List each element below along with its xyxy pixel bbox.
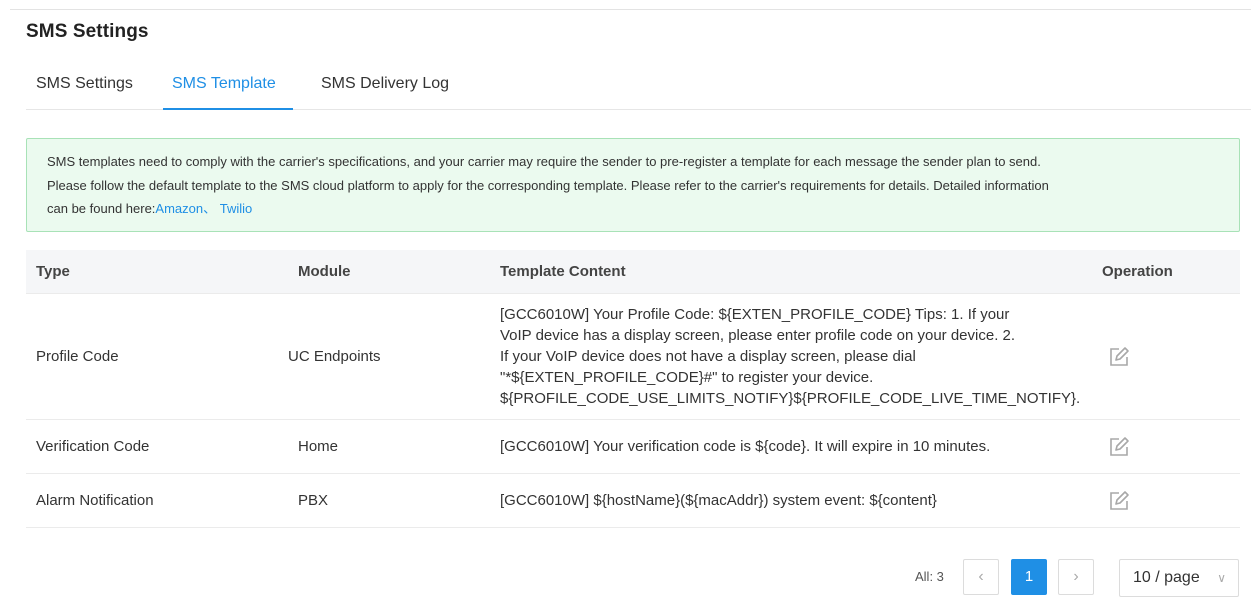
operation-cell [1092,473,1240,528]
chevron-right-icon: › [1073,568,1079,585]
column-header-module: Module [288,250,490,294]
module-cell: PBX [288,473,490,528]
page-size-value: 10 / page [1133,569,1200,586]
amazon-link[interactable]: Amazon [155,201,203,216]
top-divider [10,9,1251,10]
module-cell: Home [288,419,490,474]
table-row: Verification Code Home [GCC6010W] Your v… [26,419,1240,474]
notice-line-3-prefix: can be found here: [47,201,156,216]
chevron-down-icon: ∨ [1217,571,1226,585]
sms-settings-page: SMS Settings SMS Settings SMS Template S… [0,0,1251,608]
tab-bar: SMS Settings SMS Template SMS Delivery L… [26,62,1251,110]
content-line: If your VoIP device does not have a disp… [500,348,916,365]
module-cell: UC Endpoints [288,293,490,420]
template-content-cell: [GCC6010W] ${hostName}(${macAddr}) syste… [490,473,1092,528]
table-header-row: Type Module Template Content Operation [26,250,1240,294]
column-header-type: Type [26,250,288,294]
table-row: Profile Code UC Endpoints [GCC6010W] You… [26,293,1240,420]
content-line: VoIP device has a display screen, please… [500,327,1016,344]
next-page-button[interactable]: › [1058,559,1094,595]
tab-sms-settings[interactable]: SMS Settings [36,75,133,93]
page-title: SMS Settings [26,21,149,42]
type-cell: Verification Code [26,419,288,474]
prev-page-button[interactable]: ‹ [963,559,999,595]
active-tab-indicator [163,108,293,110]
link-separator: 、 [203,201,217,216]
pagination-total: All: 3 [915,569,944,584]
column-header-template-content: Template Content [490,250,1092,294]
edit-icon[interactable] [1108,436,1130,458]
type-cell: Profile Code [26,293,288,420]
notice-line-1: SMS templates need to comply with the ca… [47,154,1041,169]
operation-cell [1092,293,1240,420]
content-line: [GCC6010W] Your Profile Code: ${EXTEN_PR… [500,306,1010,323]
notice-line-2: Please follow the default template to th… [47,177,1049,193]
tab-sms-template[interactable]: SMS Template [172,75,276,93]
page-size-select[interactable]: 10 / page ∨ [1119,559,1239,597]
notice-line-3: can be found here:Amazon、 Twilio [47,197,1227,221]
page-number-button[interactable]: 1 [1011,559,1047,595]
chevron-left-icon: ‹ [978,568,984,585]
carrier-notice-banner: SMS templates need to comply with the ca… [26,138,1240,232]
operation-cell [1092,419,1240,474]
content-line: "*${EXTEN_PROFILE_CODE}#" to register yo… [500,369,874,386]
column-header-operation: Operation [1092,250,1240,294]
sms-template-table: Type Module Template Content Operation P… [26,250,1240,528]
template-content-cell: [GCC6010W] Your Profile Code: ${EXTEN_PR… [490,293,1092,420]
type-cell: Alarm Notification [26,473,288,528]
content-line: ${PROFILE_CODE_USE_LIMITS_NOTIFY}${PROFI… [500,390,1081,407]
template-content-cell: [GCC6010W] Your verification code is ${c… [490,419,1092,474]
tab-sms-delivery-log[interactable]: SMS Delivery Log [321,75,449,93]
edit-icon[interactable] [1108,346,1130,368]
twilio-link[interactable]: Twilio [220,201,253,216]
edit-icon[interactable] [1108,490,1130,512]
table-row: Alarm Notification PBX [GCC6010W] ${host… [26,473,1240,528]
